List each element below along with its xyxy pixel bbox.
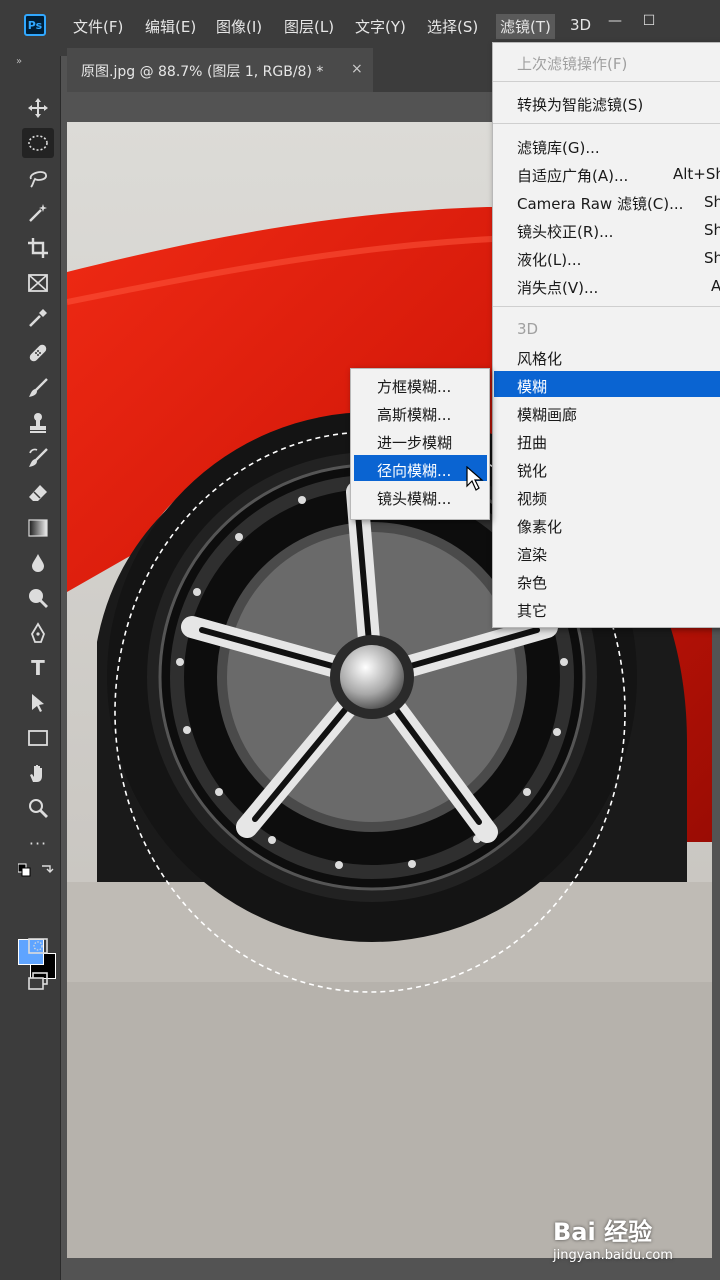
path-selection-tool-icon[interactable] [22, 688, 54, 718]
menu-item-vanishing-point[interactable]: 消失点(V)... [517, 277, 598, 298]
shortcut-lens-correction: Sh [704, 221, 720, 239]
submenu-item-box-blur[interactable]: 方框模糊... [377, 376, 451, 397]
mouse-cursor-icon [466, 465, 484, 496]
zoom-tool-icon[interactable] [22, 793, 54, 823]
submenu-item-blur-more[interactable]: 进一步模糊 [377, 432, 452, 453]
menu-item-render[interactable]: 渲染 [517, 544, 547, 565]
magic-wand-tool-icon[interactable] [22, 198, 54, 228]
shortcut-camera-raw: Sh [704, 193, 720, 211]
menu-separator [493, 306, 720, 307]
watermark-logo: Bai 经验 [553, 1218, 653, 1246]
menu-item-sharpen[interactable]: 锐化 [517, 460, 547, 481]
menu-edit[interactable]: 编辑(E) [145, 16, 196, 37]
menu-item-liquify[interactable]: 液化(L)... [517, 249, 581, 270]
menu-item-other[interactable]: 其它 [517, 600, 547, 621]
screen-mode-icon[interactable] [22, 966, 54, 996]
crop-tool-icon[interactable] [22, 233, 54, 263]
more-tools-icon[interactable]: ··· [22, 828, 54, 858]
document-tab-title: 原图.jpg @ 88.7% (图层 1, RGB/8) * [81, 64, 324, 80]
healing-brush-tool-icon[interactable] [22, 338, 54, 368]
frame-tool-icon[interactable] [22, 268, 54, 298]
shortcut-liquify: Sh [704, 249, 720, 267]
menu-separator [493, 123, 720, 124]
menu-item-filter-gallery[interactable]: 滤镜库(G)... [517, 137, 600, 158]
maximize-button[interactable]: ☐ [634, 10, 664, 32]
default-colors-icon[interactable] [17, 862, 58, 878]
menu-item-distort[interactable]: 扭曲 [517, 432, 547, 453]
menu-type[interactable]: 文字(Y) [355, 16, 406, 37]
menu-item-camera-raw[interactable]: Camera Raw 滤镜(C)... [517, 193, 683, 214]
menu-image[interactable]: 图像(I) [216, 16, 262, 37]
menu-separator [493, 81, 720, 82]
history-brush-tool-icon[interactable] [22, 443, 54, 473]
baidu-watermark: Bai 经验 jingyan.baidu.com [553, 1212, 673, 1263]
menu-item-blur-gallery[interactable]: 模糊画廊 [517, 404, 577, 425]
photoshop-logo-icon[interactable]: Ps [24, 14, 46, 36]
move-tool-icon[interactable] [22, 93, 54, 123]
menu-item-adaptive-wide-angle[interactable]: 自适应广角(A)... [517, 165, 628, 186]
document-tab[interactable]: 原图.jpg @ 88.7% (图层 1, RGB/8) * × [67, 48, 373, 92]
menu-file[interactable]: 文件(F) [73, 16, 123, 37]
hand-tool-icon[interactable] [22, 758, 54, 788]
quick-mask-icon[interactable] [22, 931, 54, 961]
menu-item-last-filter: 上次滤镜操作(F) [517, 55, 628, 73]
menu-item-pixelate[interactable]: 像素化 [517, 516, 562, 537]
submenu-item-radial-blur[interactable]: 径向模糊... [377, 460, 451, 481]
brush-tool-icon[interactable] [22, 373, 54, 403]
rectangle-tool-icon[interactable] [22, 723, 54, 753]
menu-item-convert-smart-filter[interactable]: 转换为智能滤镜(S) [517, 94, 643, 115]
gradient-tool-icon[interactable] [22, 513, 54, 543]
lasso-tool-icon[interactable] [22, 163, 54, 193]
menu-item-video[interactable]: 视频 [517, 488, 547, 509]
tools-panel: » T ··· [0, 56, 61, 1280]
submenu-item-gaussian-blur[interactable]: 高斯模糊... [377, 404, 451, 425]
filter-menu: 上次滤镜操作(F) 转换为智能滤镜(S) 滤镜库(G)... 自适应广角(A).… [492, 42, 720, 628]
blur-submenu: 方框模糊... 高斯模糊... 进一步模糊 径向模糊... 镜头模糊... [350, 368, 490, 520]
eraser-tool-icon[interactable] [22, 478, 54, 508]
pen-tool-icon[interactable] [22, 618, 54, 648]
menu-item-stylize[interactable]: 风格化 [517, 348, 562, 369]
close-tab-icon[interactable]: × [351, 61, 363, 77]
dodge-tool-icon[interactable] [22, 583, 54, 613]
elliptical-marquee-tool-icon[interactable] [22, 128, 54, 158]
menu-item-blur[interactable]: 模糊 [517, 376, 547, 397]
blur-tool-icon[interactable] [22, 548, 54, 578]
minimize-button[interactable]: — [600, 10, 630, 32]
shortcut-vanishing-point: A [711, 277, 720, 295]
menu-select[interactable]: 选择(S) [427, 16, 478, 37]
shortcut-adaptive-wide-angle: Alt+Sh [673, 165, 720, 183]
menu-3d[interactable]: 3D [570, 16, 591, 34]
submenu-item-lens-blur[interactable]: 镜头模糊... [377, 488, 451, 509]
menu-item-lens-correction[interactable]: 镜头校正(R)... [517, 221, 613, 242]
clone-stamp-tool-icon[interactable] [22, 408, 54, 438]
menu-item-3d: 3D [517, 320, 539, 338]
watermark-url: jingyan.baidu.com [553, 1248, 673, 1263]
collapse-panel-icon[interactable]: » [16, 56, 22, 67]
eyedropper-tool-icon[interactable] [22, 303, 54, 333]
menu-filter[interactable]: 滤镜(T) [496, 14, 555, 39]
menu-layer[interactable]: 图层(L) [284, 16, 334, 37]
type-tool-icon[interactable]: T [22, 653, 54, 683]
menu-item-noise[interactable]: 杂色 [517, 572, 547, 593]
